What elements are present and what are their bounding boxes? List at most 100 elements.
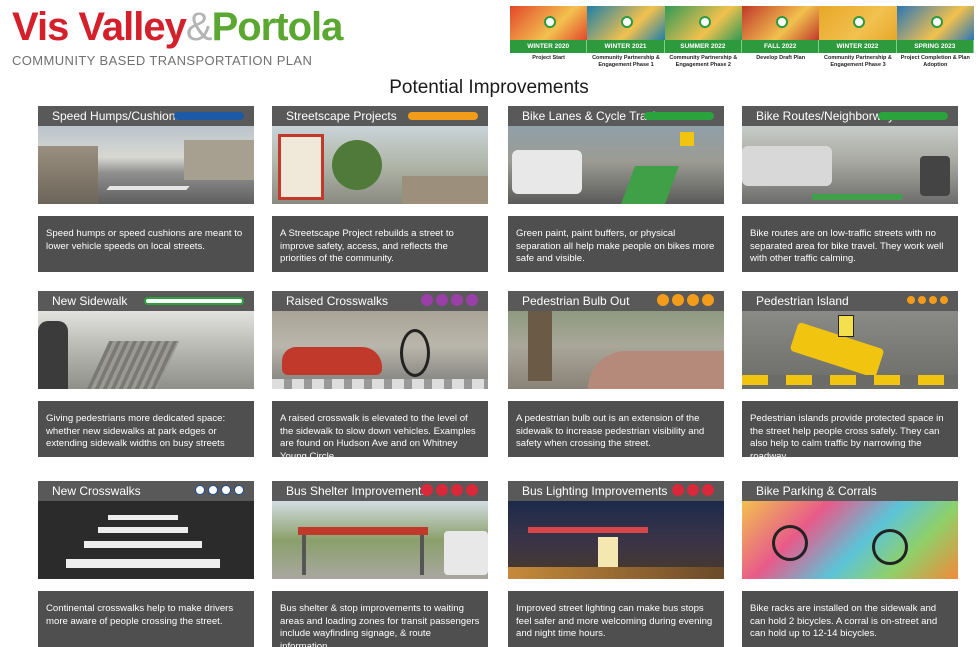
card-indicator — [174, 112, 244, 120]
card-indicator — [421, 484, 478, 496]
indicator-dot — [687, 484, 699, 496]
card-header: New Crosswalks — [38, 481, 254, 501]
card-title: Pedestrian Island — [756, 294, 849, 308]
card-title: Streetscape Projects — [286, 109, 397, 123]
card-speed-humps: Speed Humps/Cushions Speed humps or spee… — [38, 106, 254, 272]
card-indicator — [644, 112, 714, 120]
card-pedestrian-bulb-out: Pedestrian Bulb Out A pedestrian bulb ou… — [508, 291, 724, 457]
project-timeline: WINTER 2020 WINTER 2021 SUMMER 2022 FALL… — [510, 6, 974, 76]
card-header: New Sidewalk — [38, 291, 254, 311]
card-title: New Crosswalks — [52, 484, 141, 498]
card-description: Bike racks are installed on the sidewalk… — [742, 591, 958, 647]
card-bike-routes: Bike Routes/Neighborways Bike routes are… — [742, 106, 958, 272]
indicator-dot — [702, 294, 714, 306]
timeline-marker — [544, 16, 556, 28]
timeline-date: WINTER 2020 — [510, 40, 588, 53]
card-indicator — [144, 297, 244, 305]
card-header: Bus Lighting Improvements — [508, 481, 724, 501]
photo-bulb-out — [508, 311, 724, 389]
timeline-phase-label: Community Partnership & Engagement Phase… — [669, 55, 738, 68]
indicator-dot — [929, 296, 937, 304]
photo-streetscape-kiosk — [272, 126, 488, 204]
card-title: Raised Crosswalks — [286, 294, 389, 308]
card-indicator — [421, 294, 478, 306]
timeline-marker — [853, 16, 865, 28]
card-description: Bike routes are on low-traffic streets w… — [742, 216, 958, 272]
indicator-dot — [907, 296, 915, 304]
card-header: Bike Lanes & Cycle Tracks — [508, 106, 724, 126]
logo-portola: Portola — [211, 5, 344, 49]
card-indicator — [195, 484, 244, 495]
indicator-dot — [466, 484, 478, 496]
indicator-dot — [421, 294, 433, 306]
timeline-phase-label: Community Partnership & Engagement Phase… — [824, 55, 892, 68]
card-bus-lighting: Bus Lighting Improvements Improved stree… — [508, 481, 724, 647]
card-pedestrian-island: Pedestrian Island Pedestrian islands pro… — [742, 291, 958, 457]
card-title: Bus Lighting Improvements — [522, 484, 668, 498]
timeline-phase-label: Project Completion & Plan Adoption — [900, 55, 970, 68]
card-header: Raised Crosswalks — [272, 291, 488, 311]
timeline-phase-labels: Project Start Community Partnership & En… — [510, 55, 974, 68]
photo-bus-lighting — [508, 501, 724, 579]
photo-raised-crosswalk — [272, 311, 488, 389]
indicator-dot — [195, 485, 205, 495]
card-streetscape: Streetscape Projects A Streetscape Proje… — [272, 106, 488, 272]
photo-bus-shelter — [272, 501, 488, 579]
indicator-dot — [208, 485, 218, 495]
indicator-dot — [657, 294, 669, 306]
timeline-date: WINTER 2021 — [587, 40, 665, 53]
card-header: Streetscape Projects — [272, 106, 488, 126]
timeline-marker — [699, 16, 711, 28]
timeline-date: FALL 2022 — [742, 40, 820, 53]
timeline-marker — [621, 16, 633, 28]
photo-bike-route — [742, 126, 958, 204]
card-description: Speed humps or speed cushions are meant … — [38, 216, 254, 272]
card-description: Bus shelter & stop improvements to waiti… — [272, 591, 488, 647]
card-description: A Streetscape Project rebuilds a street … — [272, 216, 488, 272]
photo-bike-corral — [742, 501, 958, 579]
indicator-dot — [466, 294, 478, 306]
indicator-dot — [672, 294, 684, 306]
card-raised-crosswalks: Raised Crosswalks A raised crosswalk is … — [272, 291, 488, 457]
timeline-date-bar: WINTER 2020 WINTER 2021 SUMMER 2022 FALL… — [510, 40, 974, 53]
timeline-art-band — [510, 6, 974, 40]
timeline-date: SPRING 2023 — [897, 40, 974, 53]
card-description: Improved street lighting can make bus st… — [508, 591, 724, 647]
card-new-sidewalk: New Sidewalk Giving pedestrians more ded… — [38, 291, 254, 457]
logo: Vis Valley&Portola — [12, 4, 344, 50]
photo-new-sidewalk — [38, 311, 254, 389]
card-description: Giving pedestrians more dedicated space:… — [38, 401, 254, 457]
card-header: Bike Routes/Neighborways — [742, 106, 958, 126]
indicator-dot — [221, 485, 231, 495]
card-indicator — [907, 294, 948, 304]
timeline-date: SUMMER 2022 — [665, 40, 742, 53]
timeline-phase-label: Project Start — [532, 55, 566, 61]
indicator-dot — [436, 294, 448, 306]
indicator-dot — [918, 296, 926, 304]
card-title: Bike Parking & Corrals — [756, 484, 877, 498]
card-description: Pedestrian islands provide protected spa… — [742, 401, 958, 457]
card-title: Pedestrian Bulb Out — [522, 294, 630, 308]
card-title: Speed Humps/Cushions — [52, 109, 182, 123]
timeline-phase-label: Develop Draft Plan — [756, 55, 806, 61]
indicator-dot — [940, 296, 948, 304]
photo-street-speed-humps — [38, 126, 254, 204]
indicator-dot — [234, 485, 244, 495]
card-bike-lanes: Bike Lanes & Cycle Tracks Green paint, p… — [508, 106, 724, 272]
card-header: Bus Shelter Improvements — [272, 481, 488, 501]
card-title: New Sidewalk — [52, 294, 128, 308]
indicator-dot — [672, 484, 684, 496]
plan-subtitle: COMMUNITY BASED TRANSPORTATION PLAN — [12, 53, 313, 68]
indicator-dot — [436, 484, 448, 496]
card-indicator — [878, 112, 948, 120]
photo-continental-crosswalk — [38, 501, 254, 579]
indicator-dot — [451, 294, 463, 306]
card-description: Continental crosswalks help to make driv… — [38, 591, 254, 647]
card-indicator — [657, 294, 714, 306]
page-title: Potential Improvements — [389, 77, 589, 98]
timeline-marker — [776, 16, 788, 28]
card-description: A raised crosswalk is elevated to the le… — [272, 401, 488, 457]
indicator-dot — [687, 294, 699, 306]
timeline-phase-label: Community Partnership & Engagement Phase… — [592, 55, 660, 68]
card-header: Speed Humps/Cushions — [38, 106, 254, 126]
